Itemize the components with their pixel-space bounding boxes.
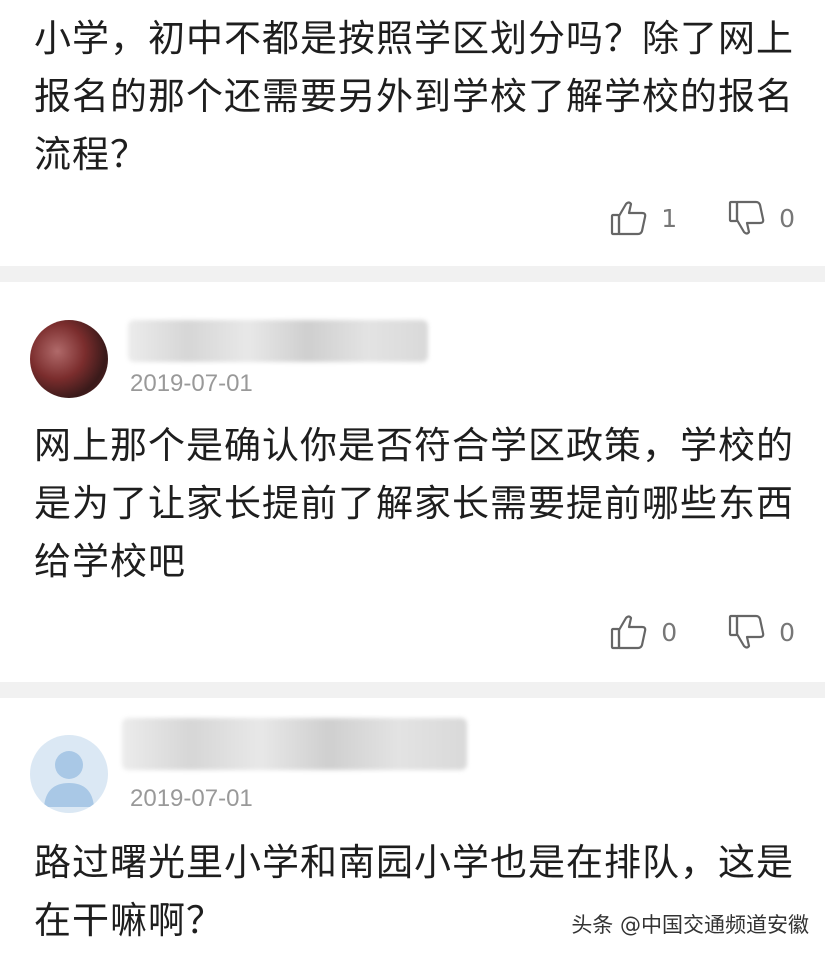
comment-date: 2019-07-01	[130, 370, 253, 397]
dislike-count: 0	[779, 617, 795, 647]
thumbs-up-icon	[611, 615, 647, 650]
comment-1: 小学，初中不都是按照学区划分吗？除了网上报名的那个还需要另外到学校了解学校的报名…	[0, 0, 825, 265]
thumbs-up-icon	[611, 201, 647, 236]
comment-date: 2019-07-01	[130, 785, 253, 812]
comment-2-text: 网上那个是确认你是否符合学区政策，学校的是为了让家长提前了解家长需要提前哪些东西…	[34, 424, 794, 583]
comment-2-actions: 0 0	[559, 612, 795, 652]
comment-2: 2019-07-01 网上那个是确认你是否符合学区政策，学校的是为了让家长提前了…	[0, 282, 825, 682]
avatar-icon	[44, 751, 94, 807]
watermark: 头条 @中国交通频道安徽	[571, 913, 809, 937]
thumbs-down-icon	[728, 614, 765, 649]
username-blurred[interactable]	[128, 320, 428, 362]
comment-1-actions: 1 0	[559, 198, 795, 238]
like-count: 0	[661, 617, 678, 647]
like-button[interactable]: 0	[609, 612, 677, 652]
separator	[0, 266, 825, 282]
dislike-button[interactable]: 0	[727, 612, 795, 652]
thumbs-down-icon	[728, 200, 765, 235]
comment-1-text: 小学，初中不都是按照学区划分吗？除了网上报名的那个还需要另外到学校了解学校的报名…	[34, 17, 794, 176]
like-count: 1	[661, 203, 678, 233]
like-button[interactable]: 1	[609, 198, 677, 238]
dislike-count: 0	[779, 203, 795, 233]
separator	[0, 682, 825, 698]
dislike-button[interactable]: 0	[727, 198, 795, 238]
username-blurred[interactable]	[122, 718, 467, 770]
avatar[interactable]	[30, 320, 108, 398]
avatar[interactable]	[30, 735, 108, 813]
